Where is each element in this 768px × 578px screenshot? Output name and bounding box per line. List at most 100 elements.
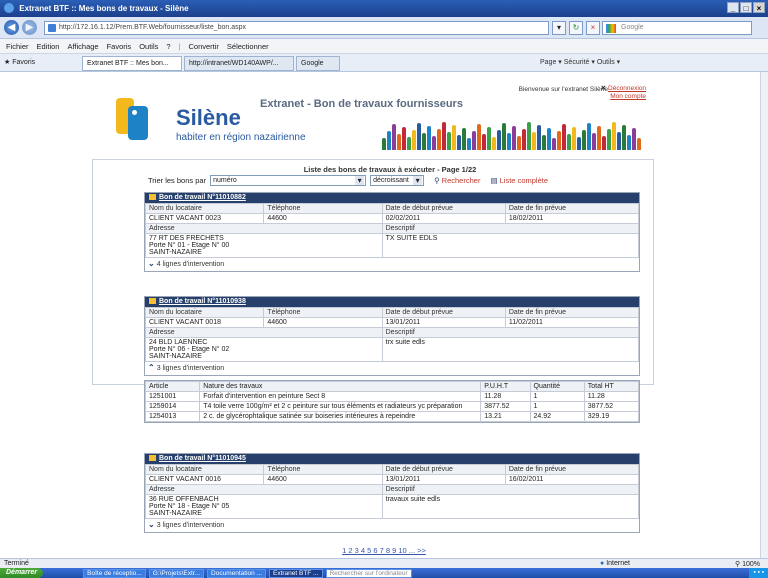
label-end: Date de fin prévue — [504, 203, 640, 214]
folder-icon — [149, 194, 156, 200]
label-desc: Descriptif — [381, 223, 640, 234]
minimize-button[interactable]: _ — [727, 2, 739, 13]
dropdown-icon[interactable]: ▾ — [552, 21, 566, 35]
person-silhouette — [382, 138, 386, 150]
site-tagline: habiter en région nazairienne — [176, 132, 306, 143]
work-order-link[interactable]: Bon de travail N°11010945 — [159, 455, 246, 462]
label-tenant: Nom du locataire — [144, 203, 265, 214]
tab-intranet[interactable]: http://intranet/WD140AWP/... — [184, 56, 294, 71]
cell-puht: 11.28 — [480, 391, 531, 402]
menu-fichier[interactable]: Fichier — [6, 42, 29, 51]
taskbar-item-extranet[interactable]: Extranet BTF ... — [268, 568, 323, 578]
menu-affichage[interactable]: Affichage — [67, 42, 98, 51]
search-link[interactable]: ⚲ Rechercher — [434, 176, 480, 185]
desc-value: TX SUITE EDLS — [381, 233, 640, 258]
table-row: 1251001 Forfait d'intervention en peintu… — [144, 391, 640, 402]
taskbar-item-doc[interactable]: Documentation ... — [207, 568, 266, 578]
logout-link[interactable]: Déconnexion — [608, 85, 646, 92]
menu-outils[interactable]: Outils — [139, 42, 158, 51]
tenant-value: CLIENT VACANT 0023 — [144, 213, 265, 224]
zoom-level: 100% — [742, 561, 760, 568]
label-start: Date de début prévue — [381, 307, 506, 318]
refresh-icon[interactable]: ↻ — [569, 21, 583, 35]
expand-lines-toggle[interactable]: ⌄ 3 lignes d'intervention — [145, 519, 639, 532]
page-favicon-icon — [48, 24, 56, 32]
col-nature: Nature des travaux — [199, 381, 482, 392]
taskbar-item-folder[interactable]: G:\Projets\Extr... — [148, 568, 205, 578]
intervention-lines-table: Article Nature des travaux P.U.H.T Quant… — [144, 380, 640, 423]
url-actions: ▾ ↻ × — [552, 21, 600, 35]
address-value: 77 RT DES FRECHETS Porte N° 01 - Etage N°… — [145, 233, 383, 258]
pagination[interactable]: 1 2 3 4 5 6 7 8 9 10 ... >> — [0, 546, 768, 555]
menu-help[interactable]: ? — [166, 42, 170, 51]
collapse-lines-toggle[interactable]: ⌃ 3 lignes d'intervention — [145, 362, 639, 375]
table-row: 1254013 2 c. de glycérophtalique satinée… — [144, 411, 640, 422]
site-title: Extranet - Bon de travaux fournisseurs — [260, 98, 463, 110]
cell-article: 1251001 — [144, 391, 201, 402]
address-line: 77 RT DES FRECHETS — [149, 235, 224, 242]
full-list-link[interactable]: ▤ Liste complète — [490, 176, 548, 185]
menu-favoris[interactable]: Favoris — [107, 42, 132, 51]
sort-controls: Trier les bons par numéro décroissant ⚲ … — [148, 174, 648, 186]
address-line: SAINT-NAZAIRE — [149, 249, 202, 256]
zoom-control[interactable]: ⚲ 100% — [735, 560, 760, 568]
person-silhouette — [432, 136, 436, 150]
forward-button[interactable]: ▶ — [22, 20, 37, 35]
table-row: 1259014 T4 toile verre 100g/m² et 2 c pe… — [144, 401, 640, 412]
taskbar-search[interactable]: Rechercher sur l'ordinateur — [325, 568, 412, 578]
work-order-link[interactable]: Bon de travail N°11010882 — [159, 194, 246, 201]
label-desc: Descriptif — [381, 484, 640, 495]
tenant-value: CLIENT VACANT 0016 — [144, 474, 265, 485]
favorites-button[interactable]: ★ Favoris — [4, 58, 35, 66]
cell-article: 1254013 — [144, 411, 201, 422]
person-silhouette — [437, 129, 441, 150]
tab-extranet[interactable]: Extranet BTF :: Mes bon... — [82, 56, 182, 71]
chevron-down-icon: ⌄ — [148, 259, 155, 268]
sort-field-select[interactable]: numéro — [210, 174, 367, 186]
tenant-value: CLIENT VACANT 0018 — [144, 317, 265, 328]
sort-order-select[interactable]: décroissant — [370, 174, 425, 186]
command-bar[interactable]: Page ▾ Sécurité ▾ Outils ▾ — [540, 58, 620, 66]
search-input[interactable]: Google — [602, 21, 752, 35]
windows-taskbar: Démarrer Boîte de réceptio... G:\Projets… — [0, 568, 768, 578]
stop-icon[interactable]: × — [586, 21, 600, 35]
cell-total: 11.28 — [583, 391, 640, 402]
label-end: Date de fin prévue — [504, 464, 640, 475]
back-button[interactable]: ◀ — [4, 20, 19, 35]
person-silhouette — [537, 125, 541, 150]
work-order-link[interactable]: Bon de travail N°11010938 — [159, 298, 246, 305]
address-line: Porte N° 18 - Etage N° 05 — [149, 503, 230, 510]
person-silhouette — [557, 131, 561, 150]
tab-label: Google — [301, 60, 324, 67]
pagination-links[interactable]: 1 2 3 4 5 6 7 8 9 10 ... >> — [342, 546, 426, 555]
col-puht: P.U.H.T — [480, 381, 531, 392]
page-viewport: Silène habiter en région nazairienne Ext… — [0, 72, 768, 558]
convert-button[interactable]: Convertir — [188, 42, 218, 51]
url-field[interactable]: http://172.16.1.12/Prem.BTF.Web/fourniss… — [44, 21, 549, 35]
phone-value: 44600 — [263, 317, 383, 328]
zone-label: Internet — [606, 560, 630, 567]
cell-quantity: 24.92 — [529, 411, 585, 422]
label-address: Adresse — [145, 327, 383, 338]
expand-lines-toggle[interactable]: ⌄ 4 lignes d'intervention — [145, 258, 639, 271]
cell-quantity: 1 — [529, 401, 585, 412]
person-silhouette — [477, 124, 481, 150]
close-button[interactable]: × — [753, 2, 765, 13]
select-button[interactable]: Sélectionner — [227, 42, 269, 51]
folder-icon — [149, 455, 156, 461]
start-button[interactable]: Démarrer — [0, 568, 44, 578]
google-icon — [606, 24, 616, 33]
address-line: Porte N° 06 - Etage N° 02 — [149, 346, 230, 353]
vertical-scrollbar[interactable] — [760, 72, 768, 558]
person-silhouette — [562, 124, 566, 150]
menu-edition[interactable]: Edition — [37, 42, 60, 51]
address-line: SAINT-NAZAIRE — [149, 353, 202, 360]
person-silhouette — [597, 126, 601, 150]
address-bar: ◀ ▶ http://172.16.1.12/Prem.BTF.Web/four… — [0, 17, 768, 39]
taskbar-item-mail[interactable]: Boîte de réceptio... — [83, 568, 146, 578]
person-silhouette — [452, 125, 456, 150]
label-end: Date de fin prévue — [504, 307, 640, 318]
account-link[interactable]: Mon compte — [610, 93, 646, 100]
maximize-button[interactable]: □ — [740, 2, 752, 13]
tab-google[interactable]: Google — [296, 56, 340, 71]
